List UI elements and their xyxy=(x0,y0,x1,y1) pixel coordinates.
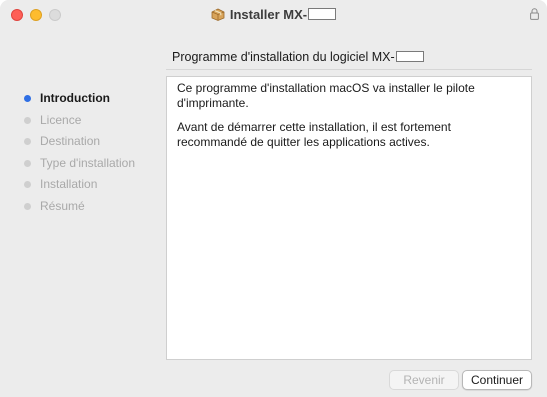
installer-steps: Introduction Licence Destination Type d'… xyxy=(24,91,135,221)
step-label: Installation xyxy=(40,177,98,192)
warning-paragraph: Avant de démarrer cette installation, il… xyxy=(177,120,451,149)
active-step-dot-icon xyxy=(24,95,31,102)
step-dot-icon xyxy=(24,138,31,146)
step-dot-icon xyxy=(24,202,31,210)
step-summary: Résumé xyxy=(24,199,135,221)
step-destination: Destination xyxy=(24,134,135,156)
step-licence: Licence xyxy=(24,113,135,135)
step-installation-type: Type d'installation xyxy=(24,156,135,178)
window-title: Installer MX- xyxy=(0,7,547,24)
heading-text: Programme d'installation du logiciel MX- xyxy=(172,50,395,64)
window-title-text: Installer MX- xyxy=(229,7,308,22)
package-icon xyxy=(211,8,225,24)
redacted-model-box xyxy=(308,8,337,20)
heading-divider xyxy=(166,69,532,70)
installer-heading: Programme d'installation du logiciel MX- xyxy=(172,50,424,64)
step-label: Licence xyxy=(40,112,82,127)
step-label: Résumé xyxy=(40,198,85,213)
step-dot-icon xyxy=(24,116,31,124)
step-label: Destination xyxy=(40,134,101,149)
step-introduction: Introduction xyxy=(24,91,135,113)
redacted-model-box xyxy=(395,51,424,62)
content-panel[interactable]: Ce programme d'installation macOS va ins… xyxy=(166,76,532,360)
installer-window: Installer MX- Programme d'installation d… xyxy=(0,0,547,397)
lock-icon xyxy=(530,7,539,25)
step-dot-icon xyxy=(24,181,31,189)
continue-button[interactable]: Continuer xyxy=(462,370,532,390)
step-dot-icon xyxy=(24,159,31,167)
step-label: Type d'installation xyxy=(40,155,136,170)
back-button[interactable]: Revenir xyxy=(389,370,459,390)
step-label: Introduction xyxy=(40,91,110,105)
step-installation: Installation xyxy=(24,177,135,199)
intro-paragraph: Ce programme d'installation macOS va ins… xyxy=(177,81,475,110)
title-bar[interactable]: Installer MX- xyxy=(0,0,547,31)
